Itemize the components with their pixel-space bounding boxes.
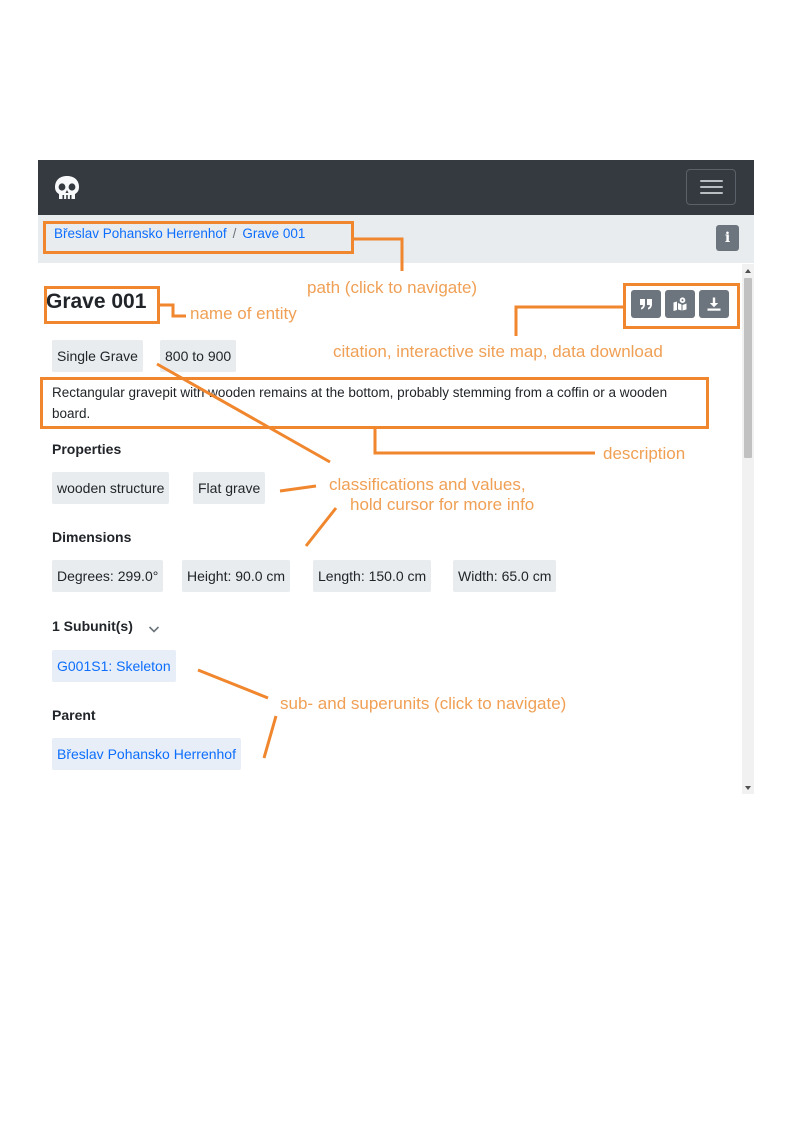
annotation-classifications-line2: hold cursor for more info [350, 495, 535, 514]
annotation-name: name of entity [190, 304, 297, 323]
annotation-path: path (click to navigate) [307, 278, 478, 297]
annotation-classifications-line1: classifications and values, [329, 475, 526, 494]
annotation-units: sub- and superunits (click to navigate) [280, 694, 567, 713]
annotation-tools: citation, interactive site map, data dow… [333, 342, 663, 361]
annotation-description: description [603, 444, 686, 463]
annotation-lines [156, 237, 623, 759]
